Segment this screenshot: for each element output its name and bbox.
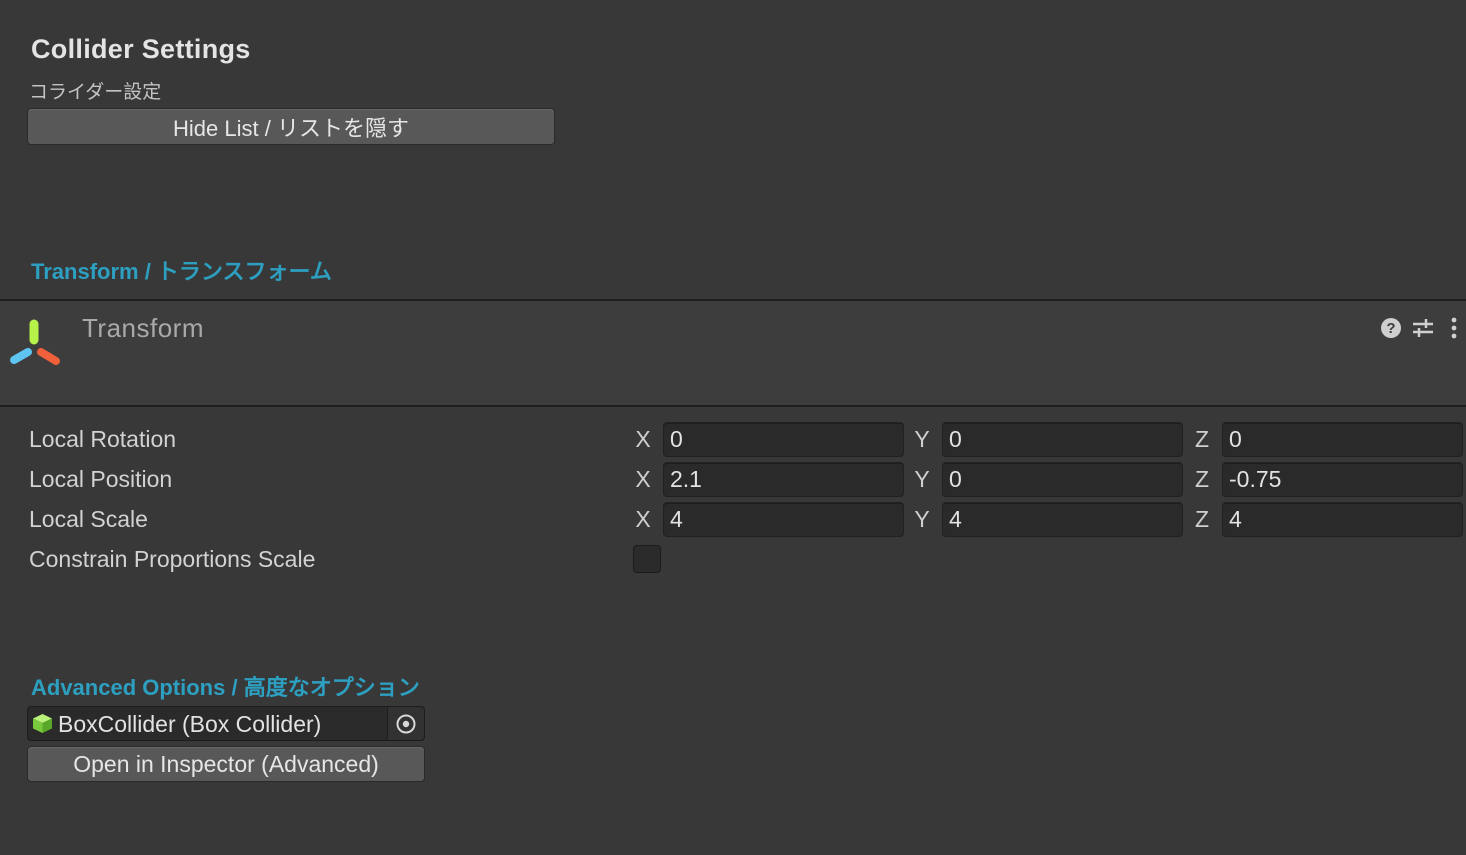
box-collider-object-label: BoxCollider (Box Collider) <box>58 711 322 737</box>
axis-z-label[interactable]: Z <box>1190 466 1214 493</box>
scale-x-field[interactable]: 4 <box>663 502 904 537</box>
box-collider-icon <box>32 713 53 734</box>
local-scale-label: Local Scale <box>29 506 148 532</box>
local-position-label: Local Position <box>29 466 173 492</box>
hide-list-label: Hide List / リストを隠す <box>173 115 409 141</box>
transform-icon <box>8 318 62 368</box>
page-title: Collider Settings <box>31 34 251 64</box>
position-z-field[interactable]: -0.75 <box>1222 462 1463 497</box>
hide-list-button[interactable]: Hide List / リストを隠す <box>27 108 555 145</box>
object-picker-button[interactable] <box>387 707 424 740</box>
constrain-proportions-label: Constrain Proportions Scale <box>29 546 316 572</box>
transform-section-header[interactable]: Transform / トランスフォーム <box>31 254 332 286</box>
open-in-inspector-button[interactable]: Open in Inspector (Advanced) <box>27 746 425 782</box>
axis-y-label[interactable]: Y <box>910 506 934 533</box>
axis-x-label[interactable]: X <box>631 506 655 533</box>
axis-z-label[interactable]: Z <box>1190 506 1214 533</box>
scale-y-field[interactable]: 4 <box>942 502 1183 537</box>
axis-y-label[interactable]: Y <box>910 466 934 493</box>
more-icon[interactable] <box>1446 316 1462 340</box>
axis-x-label[interactable]: X <box>631 466 655 493</box>
divider <box>0 405 1466 407</box>
position-x-field[interactable]: 2.1 <box>663 462 904 497</box>
local-rotation-label: Local Rotation <box>29 426 177 452</box>
rotation-z-field[interactable]: 0 <box>1222 422 1463 457</box>
object-picker-icon <box>396 714 416 733</box>
page-subtitle: コライダー設定 <box>29 82 162 103</box>
rotation-x-field[interactable]: 0 <box>663 422 904 457</box>
component-header[interactable] <box>0 301 1466 405</box>
axis-y-label[interactable]: Y <box>910 426 934 453</box>
rotation-y-field[interactable]: 0 <box>942 422 1183 457</box>
position-y-field[interactable]: 0 <box>942 462 1183 497</box>
axis-x-label[interactable]: X <box>631 426 655 453</box>
scale-z-field[interactable]: 4 <box>1222 502 1463 537</box>
presets-icon[interactable] <box>1411 316 1435 340</box>
component-title: Transform <box>82 313 204 343</box>
constrain-proportions-checkbox[interactable] <box>633 545 661 573</box>
axis-z-label[interactable]: Z <box>1190 426 1214 453</box>
help-icon[interactable]: ? <box>1380 317 1402 339</box>
open-in-inspector-label: Open in Inspector (Advanced) <box>73 750 379 777</box>
advanced-options-header[interactable]: Advanced Options / 高度なオプション <box>31 670 420 702</box>
svg-text:?: ? <box>1386 320 1395 337</box>
